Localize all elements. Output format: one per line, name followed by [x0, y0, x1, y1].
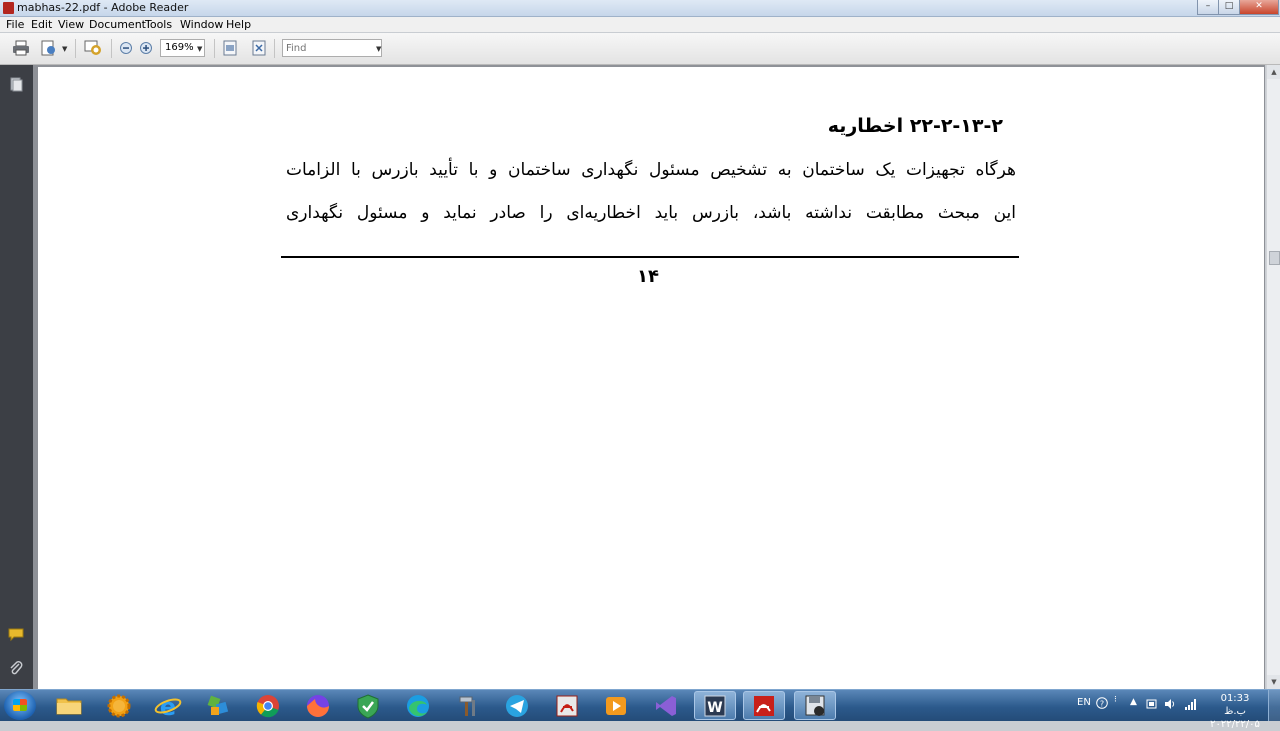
action-center-icon[interactable] — [1146, 698, 1158, 710]
navigation-pane — [0, 65, 33, 689]
menu-edit[interactable]: Edit — [31, 18, 52, 31]
menu-file[interactable]: File — [6, 18, 24, 31]
section-heading: ۲۲-۲-۱۳-۲ اخطاریه — [827, 115, 1003, 137]
start-button[interactable] — [4, 691, 36, 720]
visual-studio-icon — [656, 696, 676, 716]
toolbar-divider — [274, 39, 275, 58]
word-icon: W — [704, 695, 726, 717]
toolbar-divider — [214, 39, 215, 58]
toolbar-divider — [111, 39, 112, 58]
attachments-icon[interactable] — [8, 660, 24, 676]
acrobat-pro-icon — [556, 695, 578, 717]
gear-icon — [107, 694, 131, 718]
zoom-out-icon[interactable] — [119, 40, 133, 56]
fit-width-scroll-icon[interactable] — [221, 40, 239, 56]
find-box[interactable] — [282, 39, 382, 57]
document-viewport[interactable]: ۲۲-۲-۱۳-۲ اخطاریه هرگاه تجهیزات یک ساختم… — [33, 65, 1265, 689]
hammer-icon — [459, 696, 475, 716]
chrome-icon — [256, 695, 279, 718]
menu-document[interactable]: Document — [89, 18, 146, 31]
scrollbar-thumb[interactable] — [1269, 251, 1280, 265]
paragraph-line: هرگاه تجهیزات یک ساختمان به تشخیص مسئول … — [286, 160, 1016, 180]
collaborate-icon[interactable] — [83, 40, 103, 56]
taskbar-media-player[interactable] — [595, 691, 637, 720]
page-thumbnails-icon[interactable] — [8, 76, 24, 92]
menu-view[interactable]: View — [58, 18, 84, 31]
paragraph-line: این مبحث مطابقت نداشته باشد، بازرس باید … — [286, 203, 1016, 223]
scroll-down-icon[interactable]: ▼ — [1267, 675, 1280, 689]
floppy-disk-icon — [805, 695, 825, 716]
page-tools-icon[interactable] — [40, 40, 58, 56]
svg-text:W: W — [707, 700, 722, 716]
zoom-dropdown-chevron-down-icon[interactable]: ▼ — [197, 45, 202, 53]
footer-divider — [281, 256, 1019, 258]
taskbar-internet-explorer[interactable]: e — [147, 691, 189, 721]
tool-app-icon — [207, 695, 229, 715]
page-number: ۱۴ — [637, 266, 659, 287]
vertical-scrollbar[interactable]: ▲ ▼ — [1266, 65, 1280, 689]
taskbar-adobe-reader[interactable] — [743, 691, 785, 720]
toolbar-divider — [75, 39, 76, 58]
title-bar: mabhas-22.pdf - Adobe Reader – □ ✕ — [0, 0, 1280, 17]
menu-bar: File Edit View Document Tools Window Hel… — [0, 17, 1280, 32]
show-hidden-icons-icon[interactable]: ▲ — [1130, 697, 1137, 707]
firefox-icon — [307, 695, 329, 717]
taskbar-save-app[interactable] — [794, 691, 836, 720]
taskbar-tool-app[interactable] — [197, 691, 239, 720]
media-player-icon — [606, 697, 626, 715]
internet-explorer-icon: e — [154, 693, 182, 721]
taskbar-settings[interactable] — [98, 691, 140, 720]
close-button[interactable]: ✕ — [1239, 0, 1279, 15]
svg-text:e: e — [160, 693, 176, 720]
print-icon[interactable] — [12, 40, 30, 56]
window-title: mabhas-22.pdf - Adobe Reader — [17, 1, 189, 14]
shield-icon — [357, 694, 379, 719]
fit-page-icon[interactable] — [250, 40, 268, 56]
menu-tools[interactable]: Tools — [145, 18, 172, 31]
taskbar: e W EN ? ⁝ ▲ 01:33 ب.ظ ۲۰۲۲/۲۲/۰۵ — [0, 689, 1280, 730]
adobe-reader-app-icon — [3, 2, 14, 14]
taskbar-edge[interactable] — [397, 691, 439, 720]
volume-icon[interactable] — [1164, 698, 1176, 710]
taskbar-firefox[interactable] — [297, 691, 339, 720]
taskbar-clock[interactable]: 01:33 ب.ظ ۲۰۲۲/۲۲/۰۵ — [1210, 692, 1260, 731]
taskbar-visual-studio[interactable] — [645, 691, 687, 720]
network-signal-icon[interactable] — [1184, 698, 1196, 710]
pdf-page: ۲۲-۲-۱۳-۲ اخطاریه هرگاه تجهیزات یک ساختم… — [38, 67, 1264, 689]
show-desktop-button[interactable] — [1268, 690, 1280, 721]
taskbar-telegram[interactable] — [496, 691, 538, 720]
svg-text:?: ? — [1100, 699, 1104, 708]
maximize-button[interactable]: □ — [1218, 0, 1240, 15]
taskbar-tools-app[interactable] — [446, 691, 488, 720]
taskbar-security-app[interactable] — [347, 691, 389, 720]
tray-options-icon[interactable]: ⁝ — [1114, 695, 1117, 705]
adobe-reader-icon — [754, 696, 774, 716]
help-icon[interactable]: ? — [1096, 697, 1108, 709]
windows-logo-icon — [13, 699, 27, 711]
comments-icon[interactable] — [8, 626, 24, 642]
zoom-in-icon[interactable] — [139, 40, 153, 56]
find-options-chevron-down-icon[interactable]: ▼ — [376, 45, 381, 53]
taskbar-chrome[interactable] — [247, 691, 289, 720]
menu-window[interactable]: Window — [180, 18, 223, 31]
taskbar-word[interactable]: W — [694, 691, 736, 720]
minimize-button[interactable]: – — [1197, 0, 1219, 15]
chevron-down-icon[interactable]: ▼ — [62, 45, 67, 53]
telegram-icon — [506, 695, 528, 717]
menu-help[interactable]: Help — [226, 18, 251, 31]
scroll-up-icon[interactable]: ▲ — [1267, 65, 1280, 79]
toolbar: ▼ 169% ▼ ▼ — [0, 33, 1280, 65]
language-indicator[interactable]: EN — [1077, 697, 1091, 708]
zoom-level-value: 169% — [165, 42, 194, 53]
find-input[interactable] — [286, 41, 366, 55]
taskbar-file-explorer[interactable] — [48, 691, 90, 720]
folder-icon — [56, 698, 82, 715]
taskbar-acrobat-pro[interactable] — [546, 691, 588, 720]
edge-icon — [407, 695, 429, 717]
clock-time: 01:33 ب.ظ — [1220, 693, 1250, 717]
